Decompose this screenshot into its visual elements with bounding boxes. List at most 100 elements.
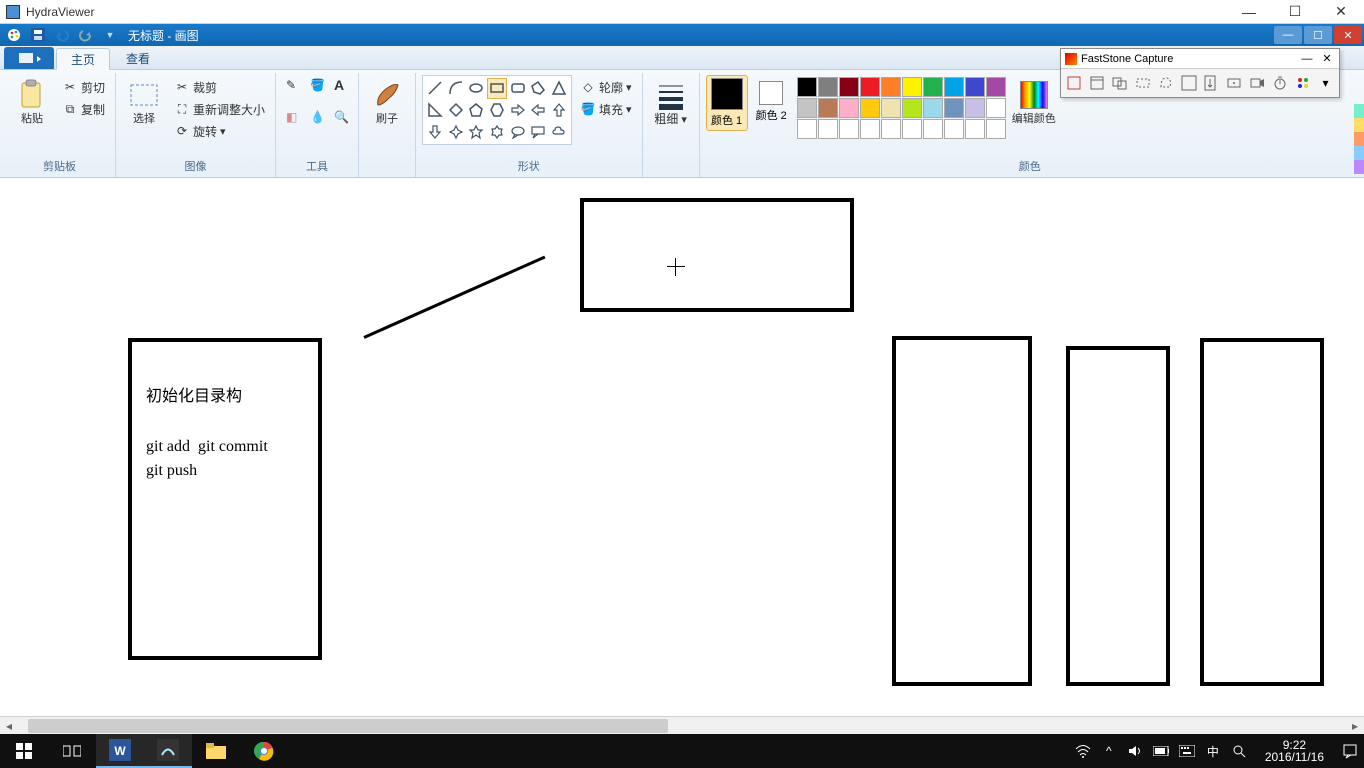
qat-customize-dropdown[interactable]: ▼ bbox=[100, 26, 120, 44]
palette-swatch[interactable] bbox=[986, 98, 1006, 118]
tray-search-icon[interactable] bbox=[1231, 743, 1247, 759]
shape-diamond[interactable] bbox=[446, 100, 466, 121]
palette-swatch[interactable] bbox=[881, 119, 901, 139]
pencil-tool[interactable]: ✎ bbox=[282, 75, 304, 95]
tray-ime[interactable]: 中 bbox=[1205, 743, 1221, 759]
file-tab[interactable] bbox=[4, 47, 54, 69]
shape-oval[interactable] bbox=[466, 78, 486, 99]
palette-swatch[interactable] bbox=[944, 77, 964, 97]
palette-swatch[interactable] bbox=[986, 119, 1006, 139]
shape-arrow-right[interactable] bbox=[508, 100, 528, 121]
palette-swatch[interactable] bbox=[965, 119, 985, 139]
faststone-minimize[interactable]: — bbox=[1299, 53, 1315, 65]
faststone-titlebar[interactable]: FastStone Capture — ✕ bbox=[1061, 49, 1339, 69]
palette-swatch[interactable] bbox=[902, 98, 922, 118]
shape-hexagon[interactable] bbox=[487, 100, 507, 121]
outer-close-button[interactable]: ✕ bbox=[1318, 0, 1364, 23]
tray-battery-icon[interactable] bbox=[1153, 743, 1169, 759]
shape-curve[interactable] bbox=[446, 78, 466, 99]
shape-pentagon[interactable] bbox=[466, 100, 486, 121]
outer-maximize-button[interactable]: ☐ bbox=[1272, 0, 1318, 23]
faststone-close[interactable]: ✕ bbox=[1319, 52, 1335, 65]
palette-swatch[interactable] bbox=[860, 77, 880, 97]
cut-button[interactable]: ✂剪切 bbox=[58, 77, 109, 97]
palette-swatch[interactable] bbox=[839, 77, 859, 97]
palette-swatch[interactable] bbox=[797, 119, 817, 139]
outer-minimize-button[interactable]: — bbox=[1226, 0, 1272, 23]
palette-swatch[interactable] bbox=[881, 98, 901, 118]
tray-keyboard-icon[interactable] bbox=[1179, 743, 1195, 759]
palette-swatch[interactable] bbox=[923, 77, 943, 97]
fs-capture-window[interactable] bbox=[1087, 72, 1108, 94]
taskbar-chrome[interactable] bbox=[240, 734, 288, 768]
horizontal-scrollbar[interactable]: ◂ ▸ bbox=[0, 716, 1364, 734]
shape-polygon[interactable] bbox=[529, 78, 549, 99]
palette-swatch[interactable] bbox=[818, 119, 838, 139]
scroll-thumb[interactable] bbox=[28, 719, 668, 733]
shape-outline-button[interactable]: ◇轮廓 ▾ bbox=[576, 77, 636, 97]
palette-swatch[interactable] bbox=[986, 77, 1006, 97]
select-button[interactable]: 选择 bbox=[122, 75, 166, 125]
fs-capture-freehand[interactable] bbox=[1155, 72, 1176, 94]
color1-button[interactable]: 颜色 1 bbox=[706, 75, 748, 131]
palette-swatch[interactable] bbox=[902, 119, 922, 139]
paint-minimize-button[interactable]: — bbox=[1274, 26, 1302, 44]
taskbar-word[interactable]: W bbox=[96, 734, 144, 768]
palette-swatch[interactable] bbox=[839, 98, 859, 118]
shape-6star[interactable] bbox=[487, 121, 507, 142]
scroll-left-button[interactable]: ◂ bbox=[0, 718, 18, 734]
palette-swatch[interactable] bbox=[902, 77, 922, 97]
text-tool[interactable]: A bbox=[330, 75, 352, 95]
shape-callout-round[interactable] bbox=[508, 121, 528, 142]
taskbar-clock[interactable]: 9:22 2016/11/16 bbox=[1257, 739, 1332, 763]
crop-button[interactable]: ✂裁剪 bbox=[170, 77, 269, 97]
palette-swatch[interactable] bbox=[923, 98, 943, 118]
fs-output[interactable] bbox=[1292, 72, 1313, 94]
qat-undo-button[interactable] bbox=[52, 26, 72, 44]
fill-tool[interactable]: 🪣 bbox=[306, 75, 328, 95]
palette-swatch[interactable] bbox=[860, 119, 880, 139]
palette-swatch[interactable] bbox=[965, 77, 985, 97]
faststone-window[interactable]: FastStone Capture — ✕ ▾ bbox=[1060, 48, 1340, 98]
palette-swatch[interactable] bbox=[839, 119, 859, 139]
shape-arrow-down[interactable] bbox=[425, 121, 445, 142]
drawing-canvas[interactable]: 初始化目录构 git add git commit git push bbox=[8, 178, 1348, 698]
palette-swatch[interactable] bbox=[797, 77, 817, 97]
zoom-tool[interactable]: 🔍 bbox=[330, 107, 352, 127]
paint-close-button[interactable]: ✕ bbox=[1334, 26, 1362, 44]
tab-view[interactable]: 查看 bbox=[112, 47, 164, 69]
paint-app-icon[interactable] bbox=[4, 26, 24, 44]
fs-capture-fixed[interactable] bbox=[1224, 72, 1245, 94]
rotate-button[interactable]: ⟳旋转 ▾ bbox=[170, 121, 269, 141]
palette-swatch[interactable] bbox=[965, 98, 985, 118]
fs-capture-object[interactable] bbox=[1110, 72, 1131, 94]
palette-swatch[interactable] bbox=[944, 98, 964, 118]
scroll-track[interactable] bbox=[18, 718, 1346, 734]
shape-right-triangle[interactable] bbox=[425, 100, 445, 121]
tray-up-icon[interactable]: ^ bbox=[1101, 743, 1117, 759]
copy-button[interactable]: ⧉复制 bbox=[58, 99, 109, 119]
taskbar-app2[interactable] bbox=[144, 734, 192, 768]
fs-settings[interactable]: ▾ bbox=[1315, 72, 1336, 94]
palette-swatch[interactable] bbox=[944, 119, 964, 139]
fs-timer[interactable] bbox=[1269, 72, 1290, 94]
fs-capture-scroll[interactable] bbox=[1201, 72, 1222, 94]
shape-triangle[interactable] bbox=[549, 78, 569, 99]
color2-button[interactable]: 颜色 2 bbox=[752, 75, 791, 125]
shape-5star[interactable] bbox=[466, 121, 486, 142]
shape-callout-rect[interactable] bbox=[529, 121, 549, 142]
fs-capture-fullscreen[interactable] bbox=[1178, 72, 1199, 94]
brush-button[interactable]: 刷子 bbox=[365, 75, 409, 125]
tray-wifi-icon[interactable] bbox=[1075, 743, 1091, 759]
fs-capture-rect[interactable] bbox=[1132, 72, 1153, 94]
palette-swatch[interactable] bbox=[818, 77, 838, 97]
palette-swatch[interactable] bbox=[923, 119, 943, 139]
shape-rect[interactable] bbox=[487, 78, 507, 99]
palette-swatch[interactable] bbox=[881, 77, 901, 97]
shape-roundrect[interactable] bbox=[508, 78, 528, 99]
qat-save-button[interactable] bbox=[28, 26, 48, 44]
paint-maximize-button[interactable]: ☐ bbox=[1304, 26, 1332, 44]
shape-arrow-left[interactable] bbox=[529, 100, 549, 121]
tray-notifications-icon[interactable] bbox=[1342, 743, 1358, 759]
palette-swatch[interactable] bbox=[818, 98, 838, 118]
